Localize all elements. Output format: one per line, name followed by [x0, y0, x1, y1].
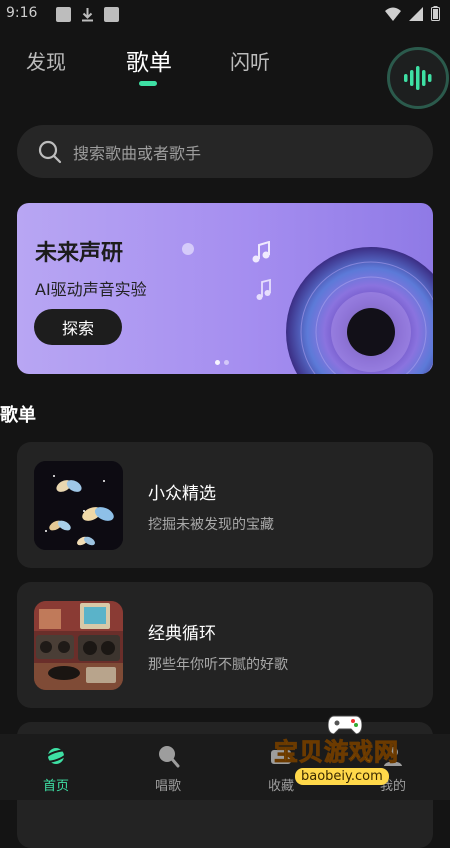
search-bar[interactable]: 搜索歌曲或者歌手 [17, 125, 433, 178]
music-note-icon [252, 241, 270, 263]
tab-playlists[interactable]: 歌单 [126, 43, 172, 77]
promo-banner[interactable]: 未来声研 AI驱动声音实验 探索 [17, 203, 433, 374]
top-tabs: 发现 歌单 闪听 [0, 40, 450, 90]
floating-orb-decoration [182, 243, 194, 255]
sound-wave-icon [404, 66, 432, 90]
notification-icon [56, 7, 71, 22]
playlist-description: 那些年你听不腻的好歌 [148, 657, 288, 673]
banner-title: 未来声研 [35, 241, 124, 266]
tab-flash-listen[interactable]: 闪听 [230, 46, 270, 75]
watermark: 宝贝游戏网 baobeiy.com [268, 715, 418, 798]
watermark-url: baobeiy.com [295, 768, 389, 785]
app-notification-icon [104, 7, 119, 22]
status-time: 9:16 [6, 5, 38, 21]
battery-icon [431, 6, 440, 21]
wifi-icon [385, 7, 401, 21]
page-dot-active [215, 360, 220, 365]
microphone-icon [159, 746, 180, 768]
vinyl-record-illustration [286, 247, 433, 374]
nav-label: 唱歌 [154, 779, 181, 794]
watermark-text: 宝贝游戏网 [274, 738, 399, 767]
banner-page-indicator [215, 360, 229, 365]
status-bar: 9:16 [0, 0, 450, 30]
section-title: 歌单 [0, 405, 36, 426]
download-icon [82, 8, 93, 22]
playlist-cover-retro-radios [34, 601, 123, 690]
game-controller-icon [328, 715, 362, 734]
voice-recognition-button[interactable] [387, 47, 449, 109]
search-placeholder: 搜索歌曲或者歌手 [73, 143, 202, 163]
tab-discover[interactable]: 发现 [26, 46, 66, 75]
playlist-description: 挖掘未被发现的宝藏 [148, 517, 274, 533]
music-note-icon-2 [256, 278, 271, 300]
signal-icon [409, 6, 423, 21]
status-notification-icons [56, 7, 119, 22]
nav-label: 首页 [42, 779, 69, 794]
playlist-cover-butterflies [34, 461, 123, 550]
nav-sing[interactable]: 唱歌 [112, 734, 224, 800]
playlist-title: 小众精选 [148, 484, 216, 504]
playlist-card[interactable]: 经典循环 那些年你听不腻的好歌 [17, 582, 433, 708]
planet-icon [44, 748, 68, 764]
search-icon [38, 140, 62, 163]
nav-home[interactable]: 首页 [0, 734, 112, 800]
status-system-icons [385, 6, 440, 21]
playlist-title: 经典循环 [148, 624, 216, 644]
page-dot [224, 360, 229, 365]
playlist-card[interactable]: 小众精选 挖掘未被发现的宝藏 [17, 442, 433, 568]
explore-button[interactable]: 探索 [34, 309, 122, 345]
banner-subtitle: AI驱动声音实验 [35, 280, 147, 299]
active-tab-indicator [139, 81, 157, 86]
